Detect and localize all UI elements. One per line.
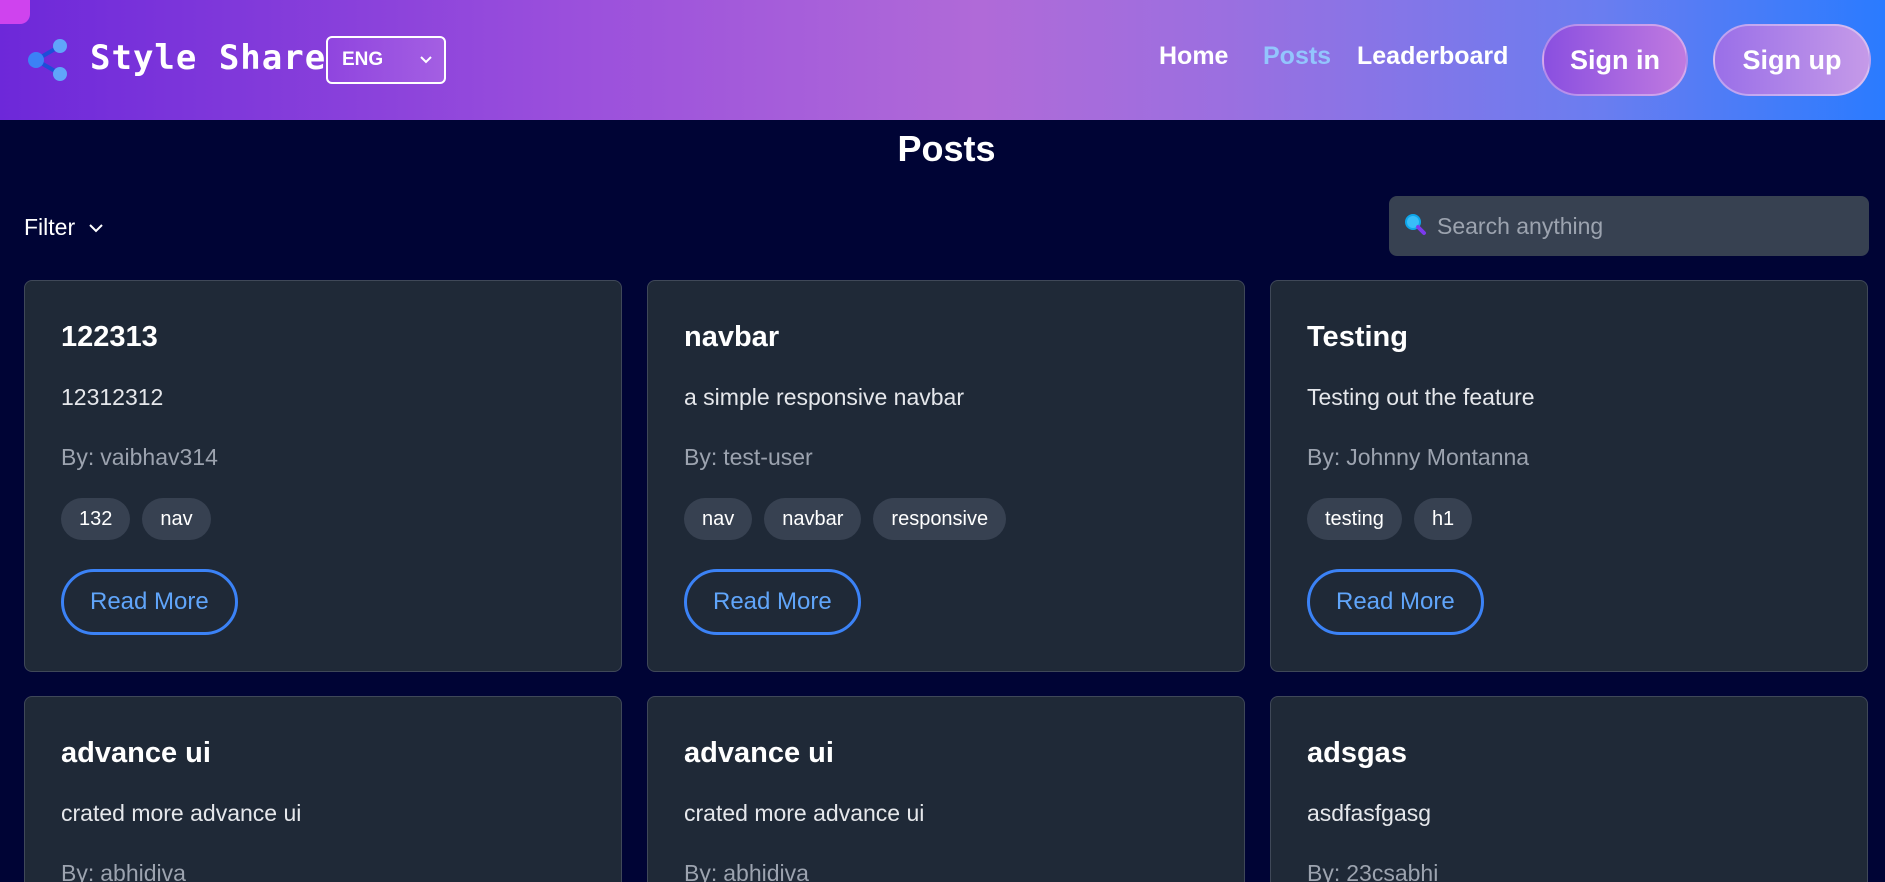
tag[interactable]: navbar [764, 498, 862, 540]
post-author: By: 23csabhi [1307, 860, 1438, 882]
search-icon [1403, 212, 1427, 241]
post-card: navbar a simple responsive navbar By: tes… [647, 280, 1245, 672]
by-label: By: [684, 444, 718, 470]
post-description: a simple responsive navbar [684, 384, 964, 410]
filter-dropdown[interactable]: Filter [24, 214, 105, 241]
post-card: 122313 12312312 By: vaibhav314 132 nav Re… [24, 280, 622, 672]
post-description: crated more advance ui [684, 800, 925, 826]
tag[interactable]: h1 [1413, 498, 1473, 540]
post-author: By: vaibhav314 [61, 444, 218, 471]
by-label: By: [61, 860, 95, 882]
read-more-button[interactable]: Read More [1307, 569, 1484, 635]
nav-home-link[interactable]: Home [1159, 42, 1228, 71]
filter-label: Filter [24, 214, 76, 240]
read-more-button[interactable]: Read More [684, 569, 861, 635]
tag[interactable]: nav [684, 498, 753, 540]
by-label: By: [684, 860, 718, 882]
share-icon[interactable] [24, 36, 72, 84]
corner-decoration [0, 0, 30, 24]
post-title: navbar [684, 321, 780, 353]
author-name: Johnny Montanna [1346, 444, 1530, 470]
post-description: Testing out the feature [1307, 384, 1535, 410]
tag-list: nav navbar responsive [684, 498, 1007, 540]
tag[interactable]: nav [142, 498, 211, 540]
author-name: abhidiva [723, 860, 809, 882]
by-label: By: [1307, 444, 1341, 470]
post-author: By: abhidiva [684, 860, 809, 882]
author-name: test-user [723, 444, 813, 470]
post-author: By: Johnny Montanna [1307, 444, 1529, 471]
author-name: 23csabhi [1346, 860, 1439, 882]
tag[interactable]: testing [1307, 498, 1402, 540]
page-title: Posts [897, 128, 996, 169]
post-card: Testing Testing out the feature By: Johnn… [1270, 280, 1868, 672]
post-card: adsgas asdfasfgasg By: 23csabhi [1270, 696, 1868, 882]
post-card: advance ui crated more advance ui By: abh… [647, 696, 1245, 882]
post-author: By: test-user [684, 444, 813, 471]
post-title: advance ui [684, 737, 834, 769]
by-label: By: [61, 444, 95, 470]
post-title: adsgas [1307, 737, 1407, 769]
search-input[interactable] [1437, 212, 1857, 240]
post-title: Testing [1307, 321, 1408, 353]
post-title: 122313 [61, 321, 158, 353]
nav-posts-link[interactable]: Posts [1263, 42, 1331, 71]
nav-leaderboard-link[interactable]: Leaderboard [1357, 42, 1508, 71]
post-description: asdfasfgasg [1307, 800, 1432, 826]
post-description: 12312312 [61, 384, 164, 410]
sign-in-button[interactable]: Sign in [1542, 24, 1688, 96]
author-name: vaibhav314 [100, 444, 218, 470]
post-title: advance ui [61, 737, 211, 769]
read-more-button[interactable]: Read More [61, 569, 238, 635]
language-value: ENG [342, 49, 384, 70]
post-author: By: abhidiva [61, 860, 186, 882]
tag-list: 132 nav [61, 498, 211, 540]
tag[interactable]: responsive [873, 498, 1007, 540]
by-label: By: [1307, 860, 1341, 882]
top-header: Style Share ENG Home Posts Leaderboard S… [0, 0, 1885, 120]
brand-name[interactable]: Style Share [90, 38, 326, 78]
post-card: advance ui crated more advance ui By: abh… [24, 696, 622, 882]
tag-list: testing h1 [1307, 498, 1473, 540]
chevron-down-icon [89, 223, 103, 232]
sign-up-button[interactable]: Sign up [1713, 24, 1871, 96]
language-select[interactable]: ENG [326, 36, 446, 84]
chevron-down-icon [418, 52, 434, 74]
search-box[interactable] [1389, 196, 1869, 256]
author-name: abhidiva [100, 860, 186, 882]
post-description: crated more advance ui [61, 800, 302, 826]
tag[interactable]: 132 [61, 498, 131, 540]
